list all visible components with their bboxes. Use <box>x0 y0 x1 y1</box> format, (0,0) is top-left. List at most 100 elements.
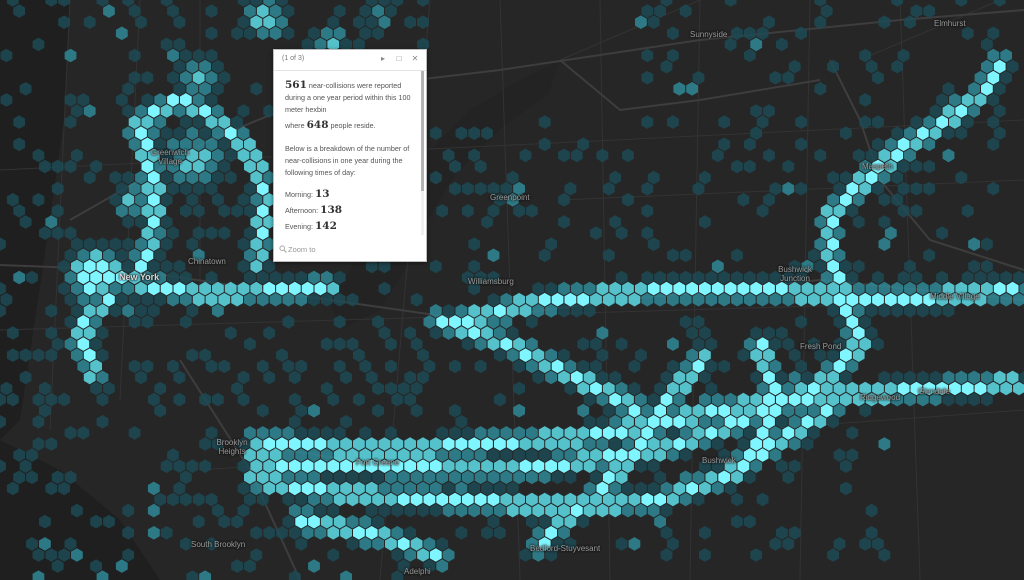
hexbin-cell[interactable] <box>282 315 295 329</box>
hexbin-cell[interactable] <box>526 492 538 507</box>
hexbin-cell[interactable] <box>1000 70 1012 85</box>
hexbin-cell[interactable] <box>577 359 590 374</box>
hexbin-cell[interactable] <box>301 459 314 473</box>
hexbin-cell[interactable] <box>180 292 192 307</box>
hexbin-cell[interactable] <box>840 392 852 407</box>
hexbin-cell[interactable] <box>122 304 135 318</box>
hexbin-cell[interactable] <box>955 392 968 407</box>
hexbin-cell[interactable] <box>461 448 474 462</box>
hexbin-cell[interactable] <box>45 0 58 7</box>
hexbin-cell[interactable] <box>288 281 301 296</box>
hexbin-cell[interactable] <box>397 492 410 507</box>
hexbin-cell[interactable] <box>45 437 58 451</box>
hexbin-cell[interactable] <box>526 470 538 485</box>
hexbin-cell[interactable] <box>667 337 679 351</box>
hexbin-cell[interactable] <box>583 459 596 473</box>
hexbin-cell[interactable] <box>955 0 968 7</box>
hexbin-cell[interactable] <box>359 359 372 374</box>
hexbin-cell[interactable] <box>897 292 910 307</box>
hexbin-cell[interactable] <box>852 281 865 296</box>
hexbin-cell[interactable] <box>904 15 916 29</box>
hexbin-cell[interactable] <box>884 292 897 307</box>
hexbin-cell[interactable] <box>410 337 423 351</box>
hexbin-cell[interactable] <box>365 370 378 385</box>
hexbin-cell[interactable] <box>410 448 423 462</box>
hexbin-cell[interactable] <box>596 370 609 385</box>
hexbin-cell[interactable] <box>506 437 519 451</box>
hexbin-cell[interactable] <box>961 93 974 107</box>
hexbin-cell[interactable] <box>218 514 231 529</box>
hexbin-cell[interactable] <box>596 348 609 362</box>
hexbin-cell[interactable] <box>667 48 679 63</box>
hexbin-cell[interactable] <box>0 292 13 307</box>
hexbin-cell[interactable] <box>212 59 224 74</box>
hexbin-cell[interactable] <box>333 492 346 507</box>
hexbin-cell[interactable] <box>718 426 731 440</box>
hexbin-cell[interactable] <box>333 514 346 529</box>
hexbin-cell[interactable] <box>494 437 506 451</box>
hexbin-cell[interactable] <box>981 259 993 274</box>
hexbin-cell[interactable] <box>244 137 256 152</box>
hexbin-cell[interactable] <box>0 381 13 396</box>
hexbin-cell[interactable] <box>385 381 397 396</box>
hexbin-cell[interactable] <box>679 270 692 285</box>
hexbin-cell[interactable] <box>128 115 141 129</box>
hexbin-cell[interactable] <box>205 159 218 174</box>
hexbin-cell[interactable] <box>506 326 519 340</box>
hexbin-cell[interactable] <box>391 526 404 540</box>
hexbin-cell[interactable] <box>487 315 500 329</box>
hexbin-cell[interactable] <box>654 292 666 307</box>
hexbin-cell[interactable] <box>276 15 288 29</box>
hexbin-cell[interactable] <box>500 470 513 485</box>
hexbin-cell[interactable] <box>776 326 788 340</box>
hexbin-cell[interactable] <box>96 392 109 407</box>
hexbin-cell[interactable] <box>39 403 51 418</box>
hexbin-cell[interactable] <box>64 248 77 263</box>
hexbin-cell[interactable] <box>673 415 686 429</box>
hexbin-cell[interactable] <box>551 292 564 307</box>
hexbin-cell[interactable] <box>288 370 301 385</box>
hexbin-cell[interactable] <box>558 193 570 207</box>
hexbin-cell[interactable] <box>103 292 115 307</box>
hexbin-cell[interactable] <box>846 359 859 374</box>
hexbin-cell[interactable] <box>667 426 679 440</box>
hexbin-cell[interactable] <box>71 348 83 362</box>
hexbin-cell[interactable] <box>282 514 295 529</box>
hexbin-cell[interactable] <box>699 215 711 229</box>
hexbin-cell[interactable] <box>526 337 538 351</box>
hexbin-cell[interactable] <box>923 137 936 152</box>
hexbin-cell[interactable] <box>186 304 199 318</box>
hexbin-cell[interactable] <box>763 326 775 340</box>
hexbin-cell[interactable] <box>147 481 160 496</box>
hexbin-cell[interactable] <box>237 104 250 118</box>
hexbin-cell[interactable] <box>910 137 923 152</box>
hexbin-cell[interactable] <box>776 37 788 52</box>
hexbin-cell[interactable] <box>237 148 250 163</box>
hexbin-cell[interactable] <box>295 359 308 374</box>
hexbin-cell[interactable] <box>647 281 660 296</box>
hexbin-cell[interactable] <box>904 148 916 163</box>
hexbin-cell[interactable] <box>372 492 384 507</box>
hexbin-cell[interactable] <box>609 392 622 407</box>
hexbin-cell[interactable] <box>500 448 513 462</box>
hexbin-cell[interactable] <box>743 26 756 41</box>
hexbin-cell[interactable] <box>90 248 102 263</box>
hexbin-cell[interactable] <box>743 292 756 307</box>
hexbin-cell[interactable] <box>506 348 519 362</box>
hexbin-cell[interactable] <box>378 481 391 496</box>
hexbin-cell[interactable] <box>705 381 718 396</box>
hexbin-cell[interactable] <box>615 292 628 307</box>
hexbin-cell[interactable] <box>673 281 686 296</box>
hexbin-cell[interactable] <box>756 492 769 507</box>
hexbin-cell[interactable] <box>577 381 590 396</box>
hexbin-cell[interactable] <box>468 437 481 451</box>
hexbin-cell[interactable] <box>641 115 654 129</box>
hexbin-cell[interactable] <box>160 259 173 274</box>
hexbin-cell[interactable] <box>269 26 282 41</box>
hexbin-cell[interactable] <box>167 4 179 18</box>
hexbin-cell[interactable] <box>244 248 256 263</box>
hexbin-cell[interactable] <box>282 292 295 307</box>
hexbin-cell[interactable] <box>660 503 673 518</box>
hexbin-cell[interactable] <box>872 292 884 307</box>
hexbin-cell[interactable] <box>513 359 525 374</box>
